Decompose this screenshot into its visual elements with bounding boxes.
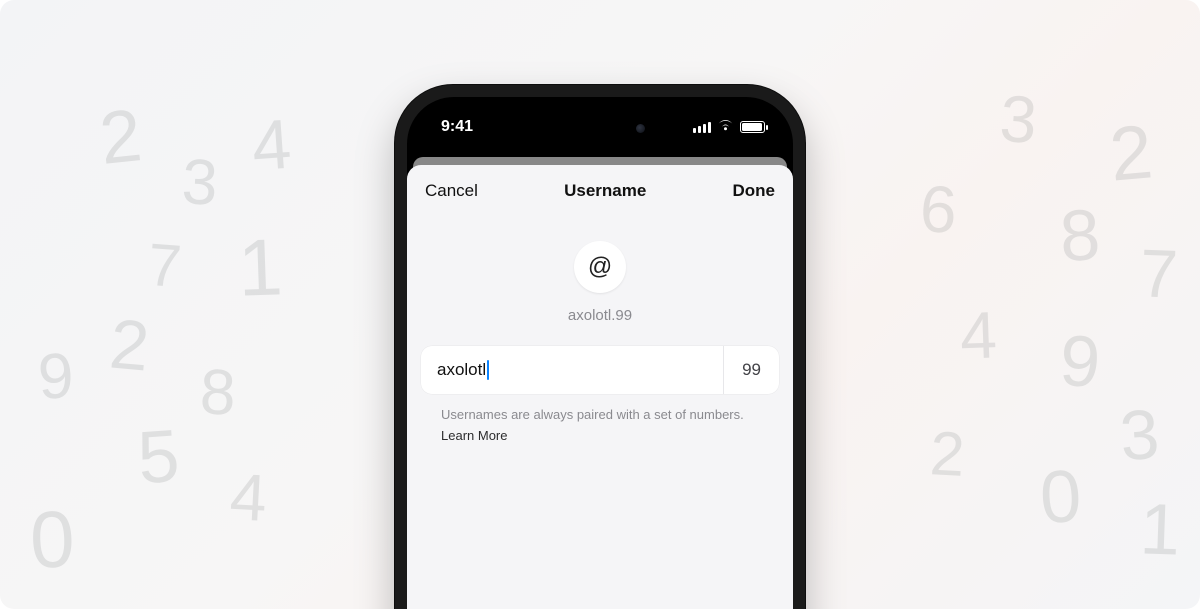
bg-digit: 8 xyxy=(1058,199,1102,273)
username-sheet: Cancel Username Done @ axolotl.99 axolot… xyxy=(407,165,793,609)
status-time: 9:41 xyxy=(441,118,473,136)
learn-more-link[interactable]: Learn More xyxy=(441,427,759,446)
bg-digit: 9 xyxy=(36,343,75,409)
username-field-wrap: axolotl 99 Usernames are always paired w… xyxy=(407,324,793,446)
bg-digit: 3 xyxy=(1118,399,1162,472)
bg-digit: 4 xyxy=(250,109,294,182)
bg-digit: 5 xyxy=(135,419,181,496)
cellular-icon xyxy=(693,121,711,133)
bg-digit: 2 xyxy=(1107,114,1156,193)
bg-digit: 4 xyxy=(228,463,268,531)
cancel-button[interactable]: Cancel xyxy=(425,181,478,201)
status-right xyxy=(693,118,765,136)
text-caret xyxy=(487,360,489,380)
bg-digit: 1 xyxy=(237,227,284,309)
phone-frame: 9:41 Cancel Username Done xyxy=(395,85,805,609)
hero: @ axolotl.99 xyxy=(407,241,793,324)
username-input[interactable]: axolotl xyxy=(421,346,723,394)
username-input-value: axolotl xyxy=(437,360,486,380)
bg-digit: 0 xyxy=(1038,459,1083,535)
done-button[interactable]: Done xyxy=(732,181,775,201)
bg-digit: 8 xyxy=(199,359,237,424)
stage: 2347129854032687493201 9:41 xyxy=(0,0,1200,609)
bg-digit: 0 xyxy=(29,499,76,581)
bg-digit: 3 xyxy=(998,85,1039,153)
bg-digit: 1 xyxy=(1139,493,1182,566)
bg-digit: 3 xyxy=(180,149,219,215)
at-icon: @ xyxy=(574,241,626,293)
username-field[interactable]: axolotl 99 xyxy=(421,346,779,394)
bg-digit: 6 xyxy=(918,175,958,243)
battery-icon xyxy=(740,121,765,133)
wifi-icon xyxy=(717,118,734,136)
sheet-title: Username xyxy=(564,181,646,201)
helper-text: Usernames are always paired with a set o… xyxy=(421,394,779,446)
username-suffix: 99 xyxy=(723,346,779,394)
phone-screen: 9:41 Cancel Username Done xyxy=(407,97,793,609)
bg-digit: 7 xyxy=(146,235,183,297)
bg-digit: 4 xyxy=(959,301,998,368)
bg-digit: 2 xyxy=(107,308,152,381)
bg-digit: 2 xyxy=(96,98,145,176)
username-display: axolotl.99 xyxy=(568,307,632,324)
bg-digit: 7 xyxy=(1139,239,1179,308)
bg-digit: 2 xyxy=(928,423,966,487)
sheet-nav: Cancel Username Done xyxy=(407,165,793,215)
bg-digit: 9 xyxy=(1058,325,1103,400)
helper-sentence: Usernames are always paired with a set o… xyxy=(441,407,744,422)
dynamic-island xyxy=(541,111,659,145)
